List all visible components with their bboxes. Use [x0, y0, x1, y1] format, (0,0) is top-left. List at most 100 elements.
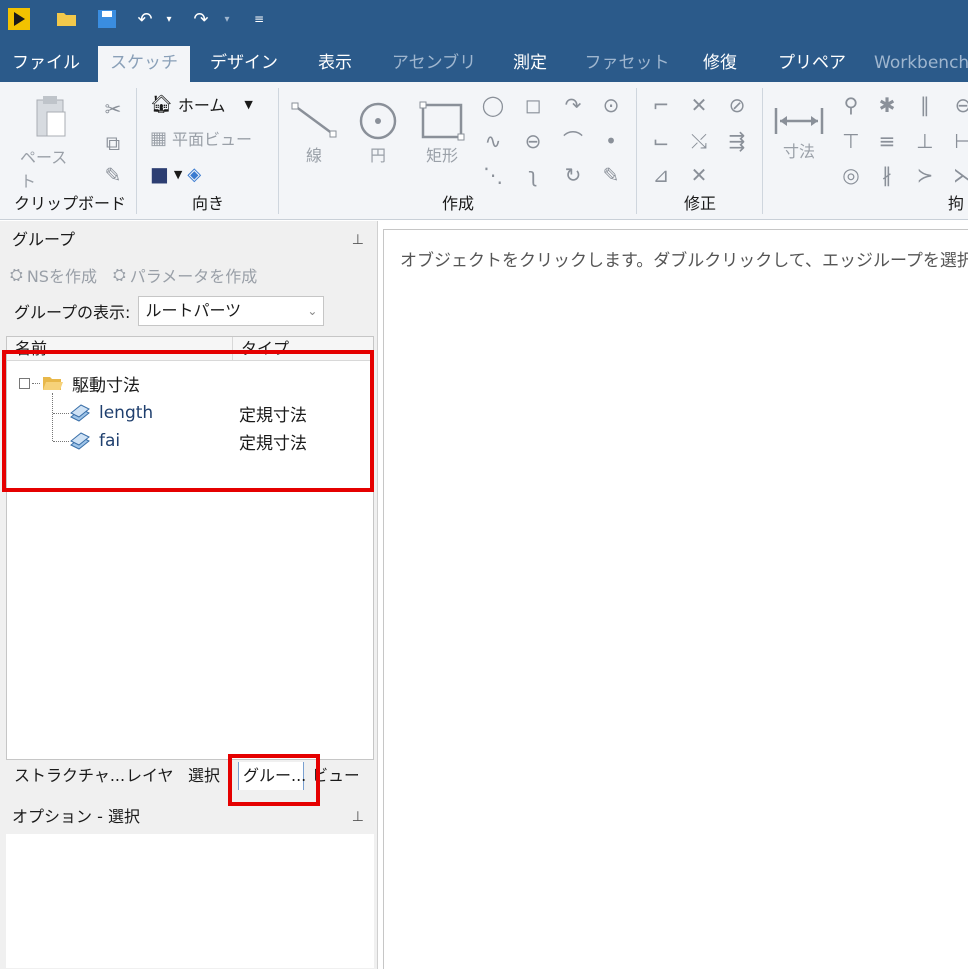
- paste-label: ペースト: [20, 148, 68, 191]
- pin-icon[interactable]: ⊥: [352, 802, 364, 832]
- groups-toolbar: ⛭ NSを作成 ⛭ パラメータを作成: [10, 262, 257, 288]
- tab-repair[interactable]: 修復: [690, 46, 750, 82]
- plan-view-icon: ▦: [150, 127, 168, 149]
- chevron-down-icon: ▼: [173, 167, 183, 181]
- tab-layers[interactable]: レイヤ: [126, 762, 174, 790]
- perpendicular-icon[interactable]: ⊥: [912, 130, 938, 152]
- undo-icon[interactable]: ↶: [132, 5, 158, 33]
- ribbon-separator: [136, 88, 137, 214]
- extend-icon[interactable]: ⤯: [686, 130, 712, 152]
- move-icon[interactable]: ⇶: [724, 130, 750, 152]
- coincident-icon[interactable]: ≻: [912, 164, 938, 186]
- constraint-group-label: 拘: [948, 194, 965, 213]
- tab-assembly[interactable]: アセンブリ: [388, 46, 480, 82]
- paste-button[interactable]: ペースト: [20, 92, 82, 192]
- groups-panel-title: グループ: [12, 230, 76, 249]
- trim-icon[interactable]: ✕: [686, 94, 712, 116]
- rectangle-button[interactable]: 矩形: [414, 100, 470, 166]
- horizontal-icon[interactable]: ⊤: [838, 130, 864, 152]
- parallel-icon[interactable]: ∥: [912, 94, 938, 116]
- design-canvas[interactable]: オブジェクトをクリックします。ダブルクリックして、エッジループを選択: [383, 229, 968, 969]
- tab-prepare[interactable]: プリペア: [770, 46, 854, 82]
- circle-button[interactable]: 円: [352, 100, 404, 166]
- options-panel-title: オプション - 選択: [12, 807, 140, 826]
- polygon-icon[interactable]: ◯: [480, 94, 506, 116]
- app-logo-icon[interactable]: [6, 5, 32, 33]
- equal-icon[interactable]: ≡: [874, 130, 900, 152]
- sweep-arc-icon[interactable]: ↷: [560, 94, 586, 116]
- highlight-tree-box: [2, 350, 374, 492]
- format-brush-icon[interactable]: ✎: [100, 164, 126, 186]
- symmetric-icon[interactable]: ∦: [874, 164, 900, 186]
- tab-design[interactable]: デザイン: [202, 46, 286, 82]
- save-icon[interactable]: [94, 5, 120, 33]
- plan-view-button[interactable]: ▦ 平面ビュー: [150, 126, 252, 150]
- undo-dropdown-icon[interactable]: ▾: [162, 5, 176, 33]
- circle-label: 円: [369, 146, 386, 165]
- cut-icon[interactable]: ✂: [100, 98, 126, 120]
- tangent-arc-icon[interactable]: ◻: [520, 94, 546, 116]
- dimension-button[interactable]: 寸法: [770, 104, 828, 162]
- project-icon[interactable]: ⊿: [648, 164, 674, 186]
- clipboard-group-label: クリップボード: [13, 194, 126, 213]
- circle-icon: [359, 102, 397, 140]
- arc-icon[interactable]: ⌒: [560, 130, 586, 152]
- pin-constraint-icon[interactable]: ✱: [874, 94, 900, 116]
- ribbon-separator: [762, 88, 763, 214]
- tab-file[interactable]: ファイル: [6, 46, 86, 82]
- menu-bar: ファイル スケッチ デザイン 表示 アセンブリ 測定 ファセット 修復 プリペア…: [0, 40, 968, 82]
- home-button[interactable]: 🏠︎ ホーム ▼: [150, 92, 253, 116]
- status-hint: オブジェクトをクリックします。ダブルクリックして、エッジループを選択: [400, 251, 968, 271]
- corner-icon[interactable]: ⌐: [648, 94, 674, 116]
- dimension-icon: [774, 108, 824, 134]
- chevron-down-icon: ▼: [244, 97, 253, 111]
- face-curve-icon[interactable]: ✎: [598, 164, 624, 186]
- group-display-label: グループの表示:: [14, 303, 131, 322]
- orient-group-label: 向き: [191, 194, 224, 213]
- create-parameter-button[interactable]: ⛭ パラメータを作成: [113, 263, 257, 287]
- tab-display[interactable]: 表示: [306, 46, 364, 82]
- home-icon: 🏠︎: [150, 93, 173, 115]
- tab-selection[interactable]: 選択: [188, 762, 220, 790]
- rectangle-label: 矩形: [425, 146, 458, 165]
- pin-icon[interactable]: ⊥: [352, 225, 364, 255]
- view-cube-button[interactable]: ■ ▼ ◈: [150, 162, 201, 186]
- chevron-down-icon: ⌄: [307, 304, 318, 318]
- redo-icon[interactable]: ↷: [188, 5, 214, 33]
- group-display-select[interactable]: ルートパーツ ⌄: [138, 296, 325, 326]
- create-parameter-label: パラメータを作成: [129, 267, 258, 286]
- fillet-icon[interactable]: ⌙: [648, 130, 674, 152]
- open-folder-icon[interactable]: [54, 5, 80, 33]
- tangent-icon[interactable]: ⊖: [950, 94, 968, 116]
- customize-icon[interactable]: ≡: [250, 5, 268, 33]
- options-panel-header: オプション - 選択 ⊥: [6, 802, 372, 832]
- construction-line-icon[interactable]: ⋱: [480, 164, 506, 186]
- highlight-groups-tab-box: [228, 754, 320, 806]
- offset-curve-icon[interactable]: ʅ: [520, 164, 546, 186]
- concentric-icon[interactable]: ◎: [838, 164, 864, 186]
- tab-measure[interactable]: 測定: [500, 46, 560, 82]
- paste-icon: [36, 96, 66, 137]
- three-point-circle-icon[interactable]: ⊙: [598, 94, 624, 116]
- spline-icon[interactable]: ∿: [480, 130, 506, 152]
- point-icon[interactable]: •: [598, 130, 624, 152]
- line-button[interactable]: 線: [288, 100, 340, 166]
- tab-sketch[interactable]: スケッチ: [98, 46, 190, 82]
- copy-icon[interactable]: ⧉: [100, 132, 126, 154]
- vertical-icon[interactable]: ⊢: [950, 130, 968, 152]
- midpoint-icon[interactable]: ⋋: [950, 164, 968, 186]
- redo-dropdown-icon[interactable]: ▾: [220, 5, 234, 33]
- search-zoom-icon[interactable]: ⚲: [838, 94, 864, 116]
- tab-facet[interactable]: ファセット: [584, 46, 670, 82]
- ribbon-separator: [636, 88, 637, 214]
- tab-structure[interactable]: ストラクチャ...: [14, 762, 125, 790]
- tab-workbench[interactable]: Workbench: [874, 46, 968, 82]
- create-ns-button[interactable]: ⛭ NSを作成: [10, 263, 97, 287]
- create-parameter-icon: ⛭: [112, 265, 126, 284]
- scale-icon[interactable]: ✕: [686, 164, 712, 186]
- split-curve-icon[interactable]: ⊘: [724, 94, 750, 116]
- ellipse-icon[interactable]: ⊖: [520, 130, 546, 152]
- group-display-value: ルートパーツ: [145, 301, 242, 320]
- line-label: 線: [305, 146, 322, 165]
- revolve-arc-icon[interactable]: ↻: [560, 164, 586, 186]
